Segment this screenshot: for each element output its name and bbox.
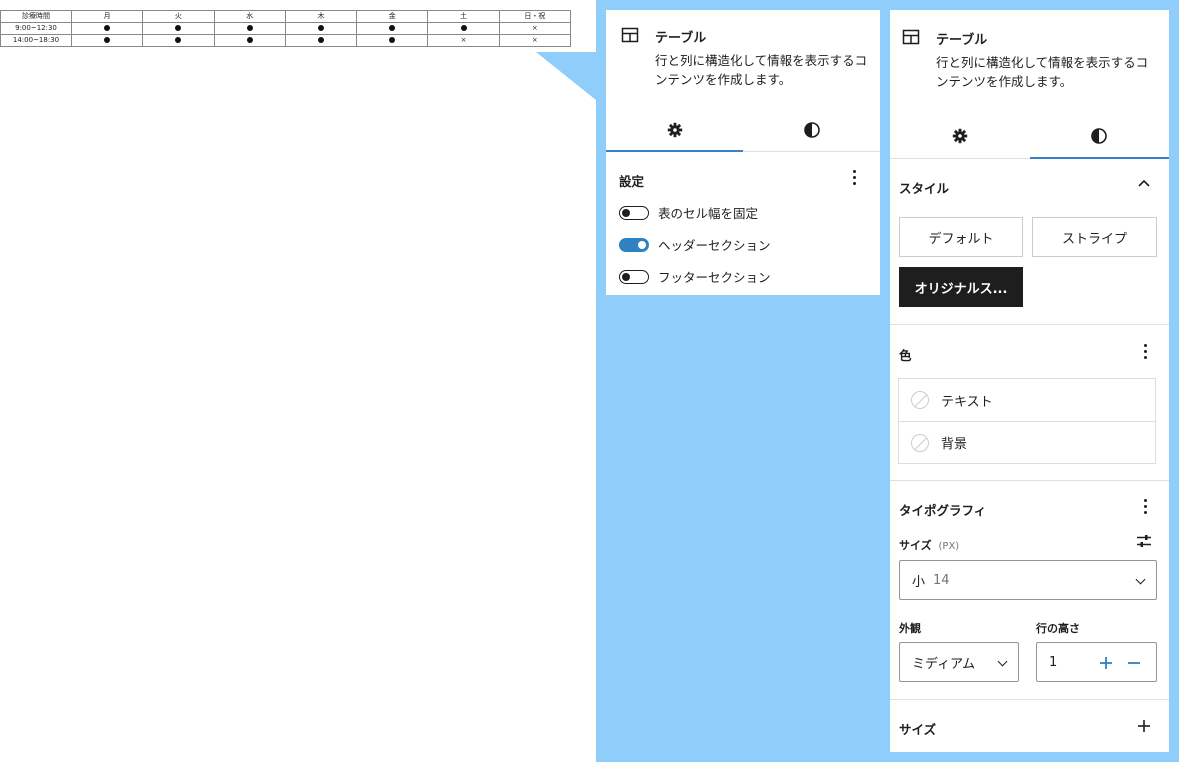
block-title: テーブル	[936, 33, 988, 48]
plus-icon[interactable]	[1099, 656, 1113, 670]
color-item-background[interactable]: 背景	[899, 421, 1155, 463]
header-section-switch[interactable]	[619, 237, 649, 252]
style-option-original[interactable]: オリジナルス...	[899, 267, 1023, 307]
font-size-label-text: サイズ	[899, 539, 932, 552]
line-height-value: 1	[1049, 654, 1058, 670]
chevron-down-icon	[1135, 574, 1146, 585]
contrast-icon	[1091, 128, 1108, 144]
table-block-icon	[621, 27, 639, 43]
block-settings-panel: テーブル 行と列に構造化して情報を表示するコンテンツを作成します。 設定 表のセ…	[606, 10, 880, 295]
section-divider	[890, 699, 1169, 700]
color-item-text[interactable]: テキスト	[899, 379, 1155, 421]
font-size-select[interactable]: 小 14	[899, 560, 1157, 600]
inspector-tabs	[890, 114, 1169, 159]
toggle-label: フッターセクション	[658, 270, 771, 285]
empty-color-swatch-icon	[911, 433, 929, 452]
settings-options-menu-button[interactable]	[852, 170, 856, 186]
gear-icon	[952, 128, 967, 144]
font-size-select-label: 小	[912, 574, 926, 590]
appearance-select-value: ミディアム	[912, 656, 976, 672]
contrast-icon	[803, 121, 820, 138]
color-settings-list: テキスト 背景	[898, 378, 1156, 464]
custom-size-sliders-icon[interactable]	[1136, 533, 1152, 549]
appearance-select[interactable]: ミディアム	[899, 642, 1019, 682]
minus-icon[interactable]	[1127, 656, 1141, 670]
toggle-label: 表のセル幅を固定	[658, 206, 759, 221]
section-divider	[890, 324, 1169, 325]
line-height-label: 行の高さ	[1036, 622, 1080, 635]
tab-styles[interactable]	[743, 108, 880, 151]
color-options-menu-button[interactable]	[1143, 344, 1147, 360]
tab-settings[interactable]	[606, 108, 743, 152]
settings-section-label: 設定	[619, 174, 645, 189]
toggle-header-section[interactable]: ヘッダーセクション	[619, 235, 771, 254]
section-divider	[890, 480, 1169, 481]
toggle-footer-section[interactable]: フッターセクション	[619, 267, 771, 286]
gear-icon	[667, 122, 682, 137]
chevron-up-icon[interactable]	[1138, 179, 1150, 189]
footer-section-switch[interactable]	[619, 269, 649, 284]
block-styles-panel: テーブル 行と列に構造化して情報を表示するコンテンツを作成します。 スタイル デ…	[890, 10, 1169, 752]
block-description: 行と列に構造化して情報を表示するコンテンツを作成します。	[936, 55, 1149, 89]
toggle-fixed-width[interactable]: 表のセル幅を固定	[619, 203, 758, 222]
font-size-unit: (PX)	[938, 541, 960, 552]
chevron-down-icon	[997, 656, 1008, 667]
inspector-tabs	[606, 108, 880, 152]
table-block-icon	[902, 29, 920, 45]
font-size-label: サイズ (PX)	[899, 537, 959, 553]
style-section-label: スタイル	[899, 181, 950, 196]
dimensions-section-label: サイズ	[899, 722, 937, 737]
color-item-label: テキスト	[941, 394, 993, 410]
fixed-width-switch[interactable]	[619, 205, 649, 220]
block-description: 行と列に構造化して情報を表示するコンテンツを作成します。	[655, 53, 868, 87]
style-option-stripes[interactable]: ストライプ	[1032, 217, 1157, 257]
toggle-label: ヘッダーセクション	[658, 238, 771, 253]
tab-styles[interactable]	[1029, 114, 1170, 159]
typography-section-label: タイポグラフィ	[899, 503, 987, 518]
tab-settings[interactable]	[890, 114, 1030, 158]
font-size-select-value: 14	[933, 572, 950, 588]
plus-icon[interactable]	[1137, 719, 1151, 733]
line-height-input[interactable]: 1	[1036, 642, 1157, 682]
color-section-label: 色	[899, 348, 912, 363]
empty-color-swatch-icon	[911, 391, 929, 409]
typography-options-menu-button[interactable]	[1143, 499, 1147, 515]
color-item-label: 背景	[941, 437, 968, 452]
appearance-label: 外観	[899, 622, 921, 635]
style-option-default[interactable]: デフォルト	[899, 217, 1023, 257]
block-title: テーブル	[655, 31, 707, 46]
